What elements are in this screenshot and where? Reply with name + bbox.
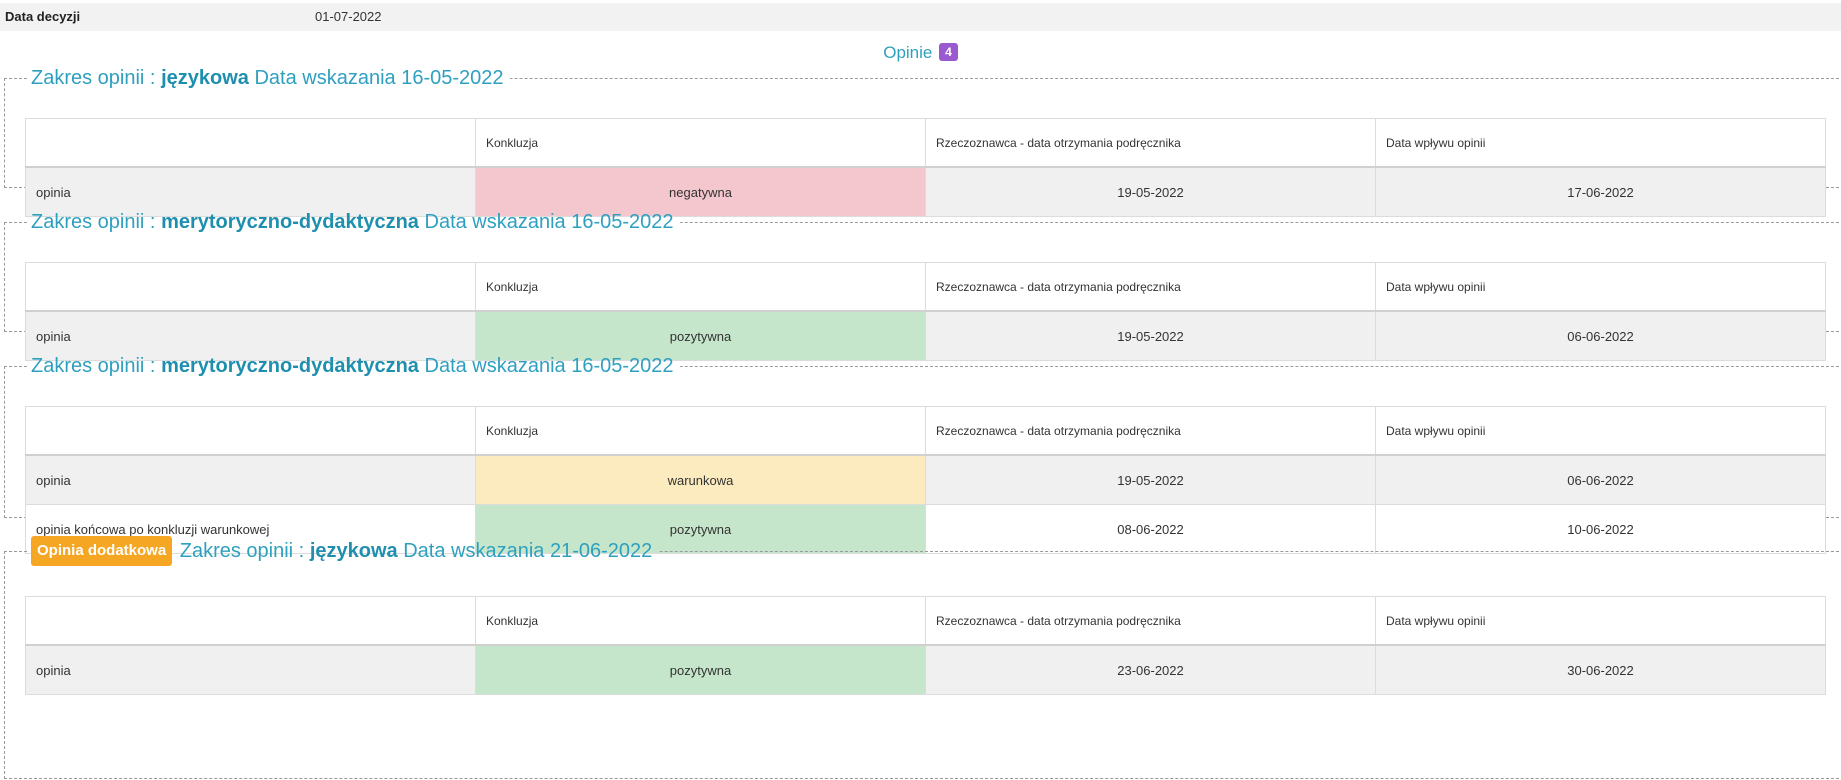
arrival-date-cell: 06-06-2022 bbox=[1375, 454, 1826, 505]
reviewer-date-cell: 19-05-2022 bbox=[925, 454, 1376, 505]
opinion-table: Konkluzja Rzeczoznawca - data otrzymania… bbox=[25, 118, 1826, 217]
section-prefix: Zakres opinii : bbox=[31, 355, 156, 377]
table-header-row: Konkluzja Rzeczoznawca - data otrzymania… bbox=[25, 596, 1826, 646]
section-legend: Zakres opinii : merytoryczno-dydaktyczna… bbox=[27, 209, 680, 235]
header-empty bbox=[25, 118, 476, 168]
header-empty bbox=[25, 406, 476, 456]
header-reviewer-date: Rzeczoznawca - data otrzymania podręczni… bbox=[925, 118, 1376, 168]
section-date: Data wskazania 16-05-2022 bbox=[254, 67, 504, 89]
header-conclusion: Konkluzja bbox=[475, 596, 926, 646]
header-empty bbox=[25, 596, 476, 646]
conclusion-cell: warunkowa bbox=[475, 454, 926, 505]
opinions-count-badge: 4 bbox=[939, 43, 958, 61]
opinion-table: Konkluzja Rzeczoznawca - data otrzymania… bbox=[25, 262, 1826, 361]
opinion-table: Konkluzja Rzeczoznawca - data otrzymania… bbox=[25, 596, 1826, 695]
row-label: opinia bbox=[25, 454, 476, 505]
header-arrival-date: Data wpływu opinii bbox=[1375, 262, 1826, 312]
header-arrival-date: Data wpływu opinii bbox=[1375, 406, 1826, 456]
section-prefix: Zakres opinii : bbox=[179, 540, 305, 562]
additional-opinion-badge: Opinia dodatkowa bbox=[31, 536, 173, 566]
header-arrival-date: Data wpływu opinii bbox=[1375, 118, 1826, 168]
conclusion-cell: pozytywna bbox=[475, 644, 926, 695]
section-date: Data wskazania 21-06-2022 bbox=[403, 540, 653, 562]
section-scope: językowa bbox=[309, 540, 398, 562]
section-prefix: Zakres opinii : bbox=[31, 211, 156, 233]
table-header-row: Konkluzja Rzeczoznawca - data otrzymania… bbox=[25, 262, 1826, 312]
section-legend: Zakres opinii : merytoryczno-dydaktyczna… bbox=[27, 353, 680, 379]
section-scope: merytoryczno-dydaktyczna bbox=[161, 355, 419, 377]
opinions-title: Opinie bbox=[883, 43, 933, 62]
decision-date-value: 01-07-2022 bbox=[315, 9, 382, 24]
opinion-section: Opinia dodatkowa Zakres opinii : językow… bbox=[4, 536, 1841, 779]
header-empty bbox=[25, 262, 476, 312]
header-conclusion: Konkluzja bbox=[475, 406, 926, 456]
row-label: opinia bbox=[25, 644, 476, 695]
header-conclusion: Konkluzja bbox=[475, 118, 926, 168]
section-scope: merytoryczno-dydaktyczna bbox=[161, 211, 419, 233]
opinion-section: Zakres opinii : językowa Data wskazania … bbox=[4, 65, 1841, 217]
arrival-date-cell: 30-06-2022 bbox=[1375, 644, 1826, 695]
opinion-section: Zakres opinii : merytoryczno-dydaktyczna… bbox=[4, 353, 1841, 554]
section-legend: Opinia dodatkowa Zakres opinii : językow… bbox=[27, 536, 658, 566]
header-arrival-date: Data wpływu opinii bbox=[1375, 596, 1826, 646]
header-reviewer-date: Rzeczoznawca - data otrzymania podręczni… bbox=[925, 596, 1376, 646]
header-conclusion: Konkluzja bbox=[475, 262, 926, 312]
reviewer-date-cell: 23-06-2022 bbox=[925, 644, 1376, 695]
table-header-row: Konkluzja Rzeczoznawca - data otrzymania… bbox=[25, 406, 1826, 456]
header-reviewer-date: Rzeczoznawca - data otrzymania podręczni… bbox=[925, 406, 1376, 456]
table-row: opinia warunkowa 19-05-2022 06-06-2022 bbox=[25, 454, 1826, 505]
section-prefix: Zakres opinii : bbox=[31, 67, 156, 89]
section-date: Data wskazania 16-05-2022 bbox=[424, 211, 674, 233]
decision-date-label: Data decyzji bbox=[5, 9, 81, 24]
opinion-section: Zakres opinii : merytoryczno-dydaktyczna… bbox=[4, 209, 1841, 361]
opinions-header: Opinie 4 bbox=[0, 43, 1841, 63]
table-row: opinia pozytywna 23-06-2022 30-06-2022 bbox=[25, 644, 1826, 695]
section-legend: Zakres opinii : językowa Data wskazania … bbox=[27, 65, 510, 91]
table-header-row: Konkluzja Rzeczoznawca - data otrzymania… bbox=[25, 118, 1826, 168]
header-reviewer-date: Rzeczoznawca - data otrzymania podręczni… bbox=[925, 262, 1376, 312]
section-date: Data wskazania 16-05-2022 bbox=[424, 355, 674, 377]
decision-date-row: Data decyzji 01-07-2022 bbox=[0, 3, 1841, 31]
opinion-table: Konkluzja Rzeczoznawca - data otrzymania… bbox=[25, 406, 1826, 554]
section-scope: językowa bbox=[161, 67, 249, 89]
